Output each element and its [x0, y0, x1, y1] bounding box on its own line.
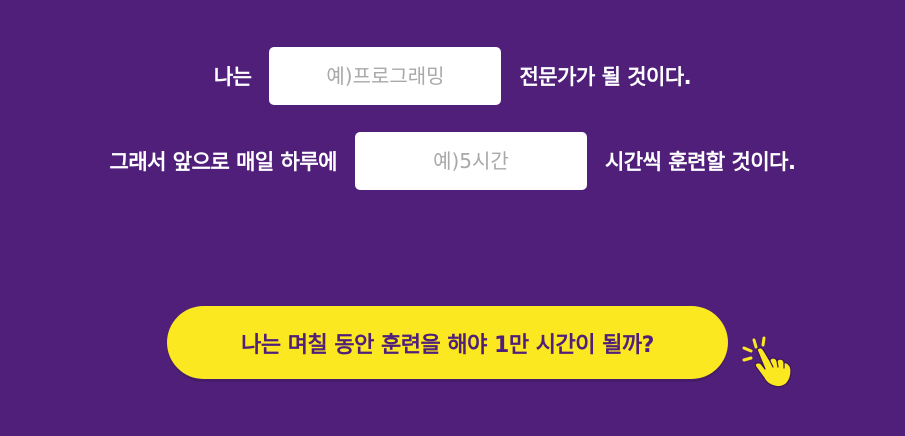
- pointing-hand-icon: [742, 336, 792, 388]
- expertise-field-input[interactable]: [269, 46, 502, 105]
- calculate-days-button[interactable]: 나는 며칠 동안 훈련을 해야 1만 시간이 될까?: [167, 306, 728, 379]
- cta-area: 나는 며칠 동안 훈련을 해야 1만 시간이 될까?: [0, 306, 905, 388]
- goal-suffix-text: 전문가가 될 것이다.: [519, 64, 692, 89]
- hours-suffix-text: 시간씩 훈련할 것이다.: [604, 150, 796, 174]
- hours-sentence-row: 그래서 앞으로 매일 하루에 시간씩 훈련할 것이다.: [0, 132, 905, 190]
- goal-sentence-row: 나는 전문가가 될 것이다.: [0, 46, 905, 105]
- goal-prefix-text: 나는: [213, 64, 252, 89]
- hours-prefix-text: 그래서 앞으로 매일 하루에: [109, 150, 338, 174]
- daily-hours-input[interactable]: [354, 132, 587, 190]
- calculate-days-button-label: 나는 며칠 동안 훈련을 해야 1만 시간이 될까?: [241, 332, 654, 358]
